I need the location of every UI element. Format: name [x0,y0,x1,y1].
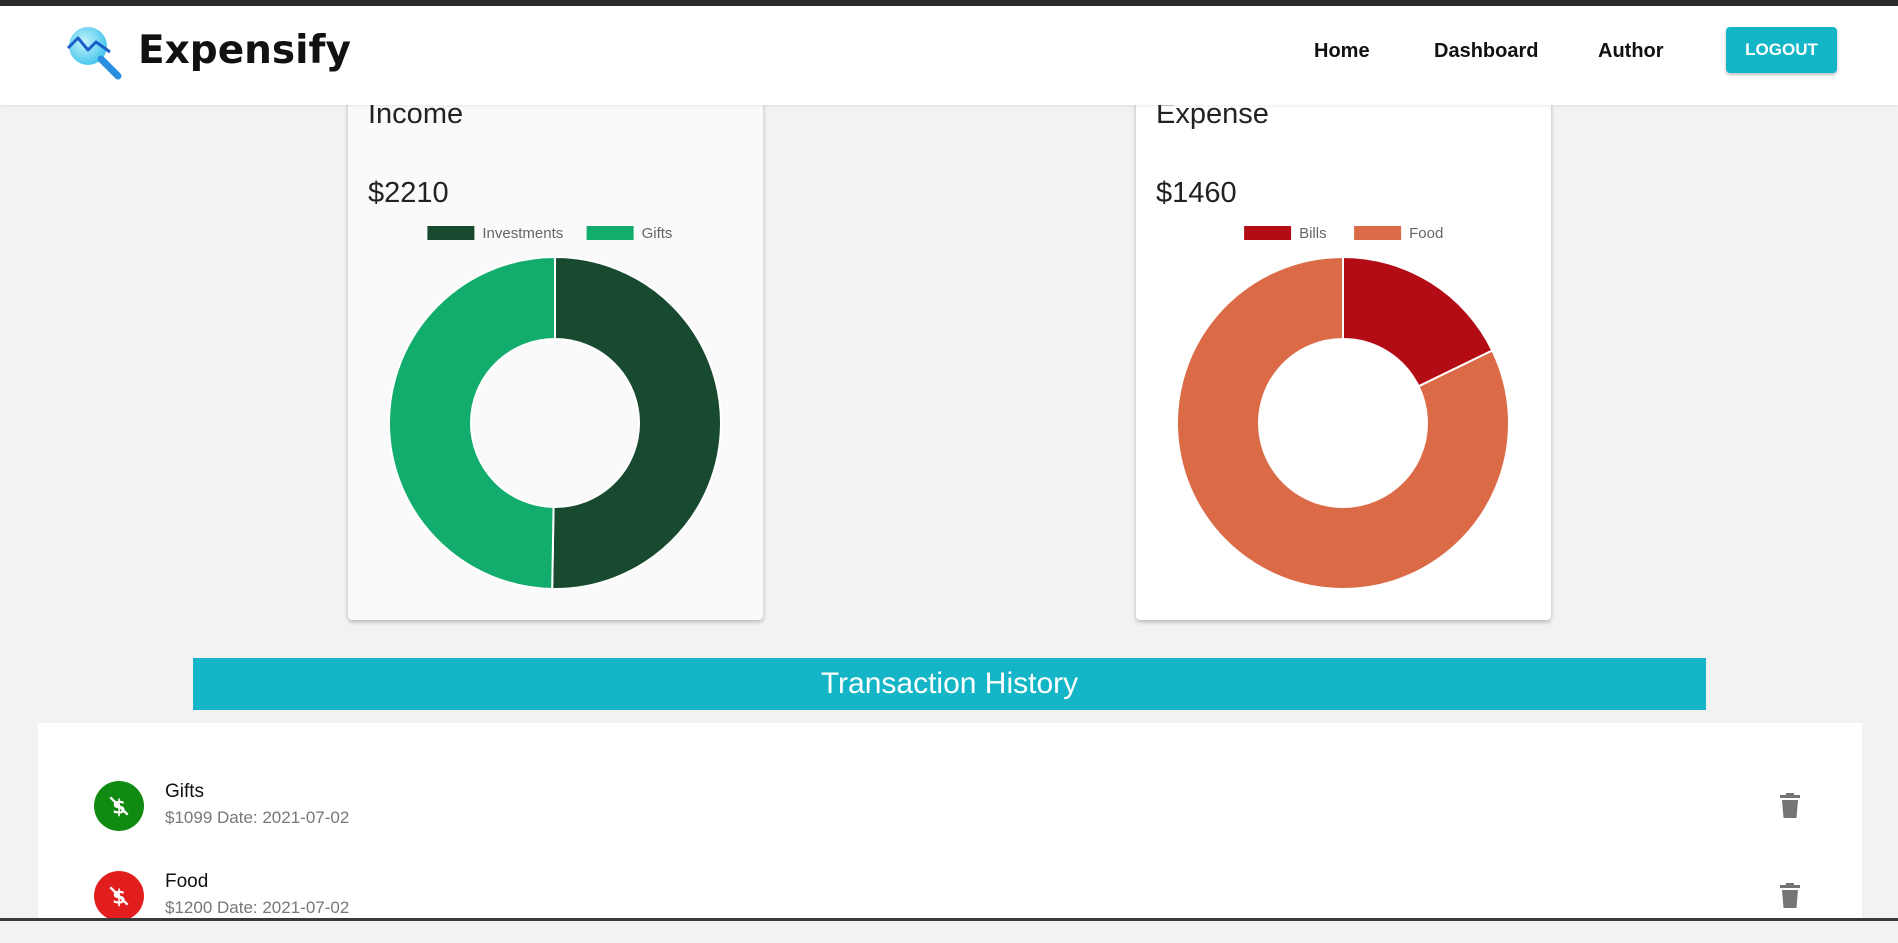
nav-dashboard[interactable]: Dashboard [1434,40,1538,63]
logout-button[interactable]: LOGOUT [1726,27,1837,73]
delete-icon[interactable] [1778,793,1802,819]
transaction-history-title: Transaction History [193,658,1706,710]
transaction-row-food[interactable]: $ Food $1200 Date: 2021-07-02 [38,853,1862,943]
transaction-list: $ Gifts $1099 Date: 2021-07-02 $ Food $1… [38,723,1862,921]
expense-doughnut-chart: Bills Food [1176,225,1510,590]
expense-legend-swatch-bills[interactable] [1244,226,1292,240]
transaction-subtitle: $1099 Date: 2021-07-02 [165,808,350,827]
income-legend-label-gifts[interactable]: Gifts [642,225,673,242]
income-legend-swatch-gifts[interactable] [586,226,634,240]
navbar: Expensify Home Dashboard Author LOGOUT [0,6,1898,105]
transaction-title: Food [165,871,209,892]
transaction-subtitle: $1200 Date: 2021-07-02 [165,898,350,917]
money-off-icon: $ [109,796,129,819]
nav-author[interactable]: Author [1598,40,1664,63]
income-doughnut-chart: Investments Gifts [388,225,722,590]
income-slice-investments[interactable] [551,255,722,590]
income-avatar: $ [94,781,144,831]
transaction-title: Gifts [165,781,205,802]
expense-avatar: $ [94,871,144,921]
expense-card: Expense $1460 Bills Food [1136,80,1551,620]
money-off-icon: $ [109,886,129,909]
chart-search-icon [66,27,122,80]
income-slice-gifts[interactable] [388,255,556,590]
transaction-row-gifts[interactable]: $ Gifts $1099 Date: 2021-07-02 [38,763,1862,853]
expense-legend-swatch-food[interactable] [1354,226,1402,240]
expense-legend-label-food[interactable]: Food [1409,225,1443,242]
income-legend-swatch-investments[interactable] [427,226,475,240]
delete-icon[interactable] [1778,883,1802,909]
brand-name[interactable]: Expensify [138,28,351,73]
nav-home[interactable]: Home [1314,40,1370,63]
expense-legend-label-bills[interactable]: Bills [1299,225,1327,242]
income-card: Income $2210 Investments Gifts [348,80,763,620]
income-legend-label-investments[interactable]: Investments [482,225,563,242]
